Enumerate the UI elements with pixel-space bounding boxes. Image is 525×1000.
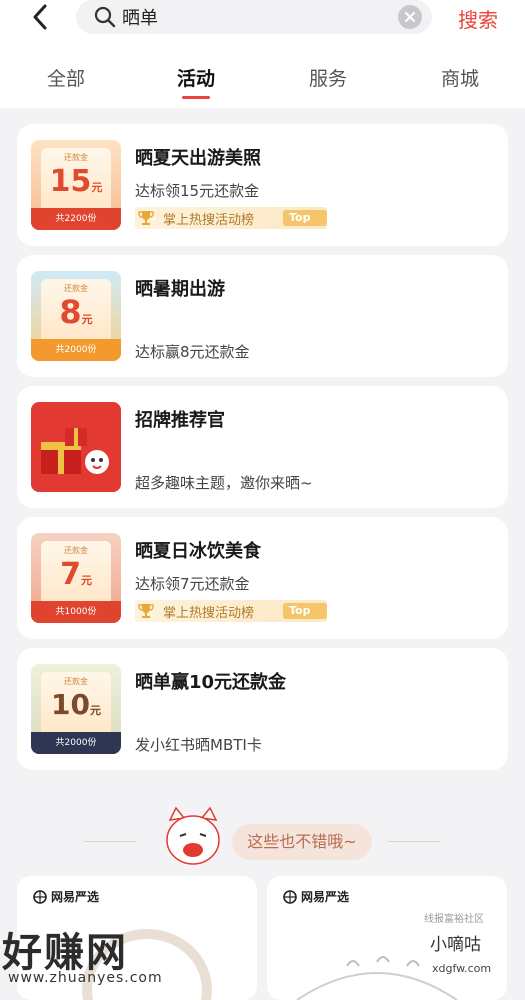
mascot-cat-icon bbox=[166, 806, 220, 865]
coupon-quantity: 共1000份 bbox=[31, 601, 121, 623]
gift-thumbnail bbox=[31, 402, 121, 492]
rank-text: 掌上热搜活动榜 bbox=[163, 605, 255, 621]
card-desc: 达标领7元还款金 bbox=[135, 575, 250, 593]
coupon-amount: 7元 bbox=[60, 557, 92, 592]
card-desc: 发小红书晒MBTI卡 bbox=[135, 736, 262, 754]
coupon-amount: 15元 bbox=[49, 164, 103, 199]
search-input[interactable] bbox=[122, 6, 372, 28]
card-title: 晒夏日冰饮美食 bbox=[135, 541, 261, 562]
coupon-amount: 10元 bbox=[51, 688, 101, 721]
rank-badge: 掌上热搜活动榜 Top 3 bbox=[135, 207, 327, 240]
rank-text: 掌上热搜活动榜 bbox=[163, 212, 255, 228]
card-title: 晒夏天出游美照 bbox=[135, 148, 261, 169]
coupon-label: 还款金 bbox=[64, 546, 88, 555]
brand-name: 网易严选 bbox=[51, 890, 100, 904]
card-desc: 达标领15元还款金 bbox=[135, 182, 260, 200]
watermark-left-url: www.zhuanyes.com bbox=[8, 970, 163, 986]
card-title: 晒单赢10元还款金 bbox=[135, 672, 287, 693]
coupon-thumbnail: 还款金 8元 共2000份 bbox=[31, 271, 121, 361]
coupon-quantity: 共2200份 bbox=[31, 208, 121, 230]
brand-row: 网易严选 bbox=[33, 888, 99, 905]
brand-name: 网易严选 bbox=[301, 890, 350, 904]
coupon-thumbnail: 还款金 7元 共1000份 bbox=[31, 533, 121, 623]
brand-logo-icon bbox=[33, 889, 47, 904]
activity-card[interactable]: 还款金 10元 共2000份 晒单赢10元还款金 发小红书晒MBTI卡 bbox=[17, 648, 508, 770]
back-button[interactable] bbox=[20, 0, 60, 34]
more-label: 这些也不错哦~ bbox=[232, 824, 372, 860]
top-rank-tag: Top 9 bbox=[283, 603, 327, 633]
activity-card[interactable]: 还款金 8元 共2000份 晒暑期出游 达标赢8元还款金 bbox=[17, 255, 508, 377]
activity-card[interactable]: 招牌推荐官 超多趣味主题，邀你来晒~ bbox=[17, 386, 508, 508]
search-box[interactable] bbox=[76, 0, 432, 34]
clear-search-button[interactable] bbox=[398, 5, 422, 29]
watermark-right-top: 线报富裕社区 bbox=[424, 914, 484, 925]
trophy-icon bbox=[138, 604, 154, 618]
search-icon bbox=[94, 6, 116, 28]
tab-mall[interactable]: 商城 bbox=[410, 64, 510, 91]
coupon-amount: 8元 bbox=[59, 293, 93, 331]
activity-card[interactable]: 还款金 7元 共1000份 晒夏日冰饮美食 达标领7元还款金 掌上热搜活动榜 T… bbox=[17, 517, 508, 639]
coupon-quantity: 共2000份 bbox=[31, 732, 121, 754]
divider-line bbox=[84, 841, 136, 842]
chevron-left-icon bbox=[33, 4, 47, 30]
card-desc: 达标赢8元还款金 bbox=[135, 343, 250, 361]
close-icon bbox=[405, 12, 415, 22]
coupon-thumbnail: 还款金 10元 共2000份 bbox=[31, 664, 121, 754]
tab-service[interactable]: 服务 bbox=[278, 64, 378, 91]
category-tabs: 全部 活动 服务 商城 bbox=[0, 58, 525, 104]
brand-logo-icon bbox=[283, 889, 297, 904]
divider-line bbox=[388, 841, 440, 842]
card-title: 晒暑期出游 bbox=[135, 279, 225, 300]
coupon-label: 还款金 bbox=[64, 677, 88, 686]
top-rank-tag: Top 3 bbox=[283, 210, 327, 240]
card-title: 招牌推荐官 bbox=[135, 410, 225, 431]
watermark-right-url: xdgfw.com bbox=[432, 962, 492, 975]
active-tab-indicator bbox=[182, 96, 210, 99]
more-section: 这些也不错哦~ bbox=[0, 800, 525, 870]
search-button[interactable]: 搜索 bbox=[458, 4, 498, 33]
rank-badge: 掌上热搜活动榜 Top 9 bbox=[135, 600, 327, 633]
card-desc: 超多趣味主题，邀你来晒~ bbox=[135, 474, 313, 492]
tab-all[interactable]: 全部 bbox=[16, 64, 116, 91]
brand-row: 网易严选 bbox=[283, 888, 349, 905]
coupon-thumbnail: 还款金 15元 共2200份 bbox=[31, 140, 121, 230]
coupon-quantity: 共2000份 bbox=[31, 339, 121, 361]
gift-icon bbox=[41, 428, 109, 474]
coupon-label: 还款金 bbox=[64, 153, 88, 162]
top-bar: 搜索 全部 活动 服务 商城 bbox=[0, 0, 525, 108]
trophy-icon bbox=[138, 211, 154, 225]
watermark-right-title: 小嘀咕 bbox=[424, 930, 487, 955]
activity-card[interactable]: 还款金 15元 共2200份 晒夏天出游美照 达标领15元还款金 掌上热搜活动榜… bbox=[17, 124, 508, 246]
tab-activity[interactable]: 活动 bbox=[146, 64, 246, 91]
